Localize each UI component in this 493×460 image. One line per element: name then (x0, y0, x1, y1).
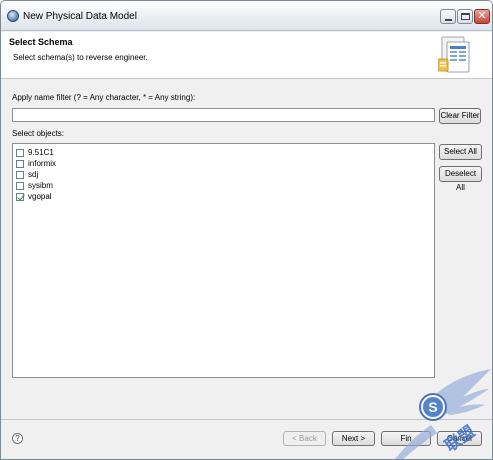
window-title: New Physical Data Model (23, 11, 137, 22)
next-button[interactable]: Next > (332, 431, 375, 446)
wizard-header: Select Schema Select schema(s) to revers… (1, 32, 492, 79)
title-bar: New Physical Data Model ✕ (1, 1, 492, 31)
dialog-window: New Physical Data Model ✕ Select Schema … (0, 0, 493, 460)
schema-label: vgopal (28, 191, 52, 201)
list-item[interactable]: sdj (16, 169, 38, 180)
page-description: Select schema(s) to reverse engineer. (13, 53, 148, 62)
minimize-icon (445, 19, 452, 21)
data-model-wizard-icon (438, 36, 470, 73)
schema-checkbox[interactable] (16, 159, 24, 168)
minimize-button[interactable] (440, 9, 456, 24)
select-objects-label: Select objects: (12, 129, 65, 138)
clear-filter-button[interactable]: Clear Filter (439, 108, 481, 124)
watermark-logo: S 联盟 (395, 369, 491, 459)
schema-checkbox[interactable] (16, 148, 24, 157)
schema-checkbox-checked[interactable] (16, 192, 24, 201)
schema-list[interactable]: 9.51C1 informix sdj sysibm vgopal (12, 143, 435, 378)
maximize-icon (461, 13, 470, 20)
close-button[interactable]: ✕ (474, 9, 490, 24)
list-item[interactable]: informix (16, 158, 56, 169)
schema-label: sdj (28, 169, 39, 179)
back-button[interactable]: < Back (283, 431, 326, 446)
list-item[interactable]: vgopal (16, 191, 52, 202)
schema-label: sysibm (28, 180, 53, 190)
svg-text:S: S (428, 399, 437, 415)
deselect-all-button[interactable]: Deselect All (439, 166, 482, 192)
schema-label: informix (28, 158, 57, 168)
svg-text:联盟: 联盟 (441, 422, 478, 456)
filter-label: Apply name filter (? = Any character, * … (12, 93, 196, 102)
name-filter-input[interactable] (12, 108, 435, 122)
list-item[interactable]: 9.51C1 (16, 147, 54, 158)
list-item[interactable]: sysibm (16, 180, 53, 191)
help-icon[interactable]: ? (12, 433, 23, 444)
maximize-button[interactable] (457, 9, 473, 24)
schema-checkbox[interactable] (16, 170, 24, 179)
page-title: Select Schema (9, 37, 73, 47)
select-all-button[interactable]: Select All (439, 144, 482, 160)
close-icon: ✕ (477, 10, 487, 22)
schema-label: 9.51C1 (28, 147, 54, 157)
app-icon (7, 10, 19, 22)
schema-checkbox[interactable] (16, 181, 24, 190)
